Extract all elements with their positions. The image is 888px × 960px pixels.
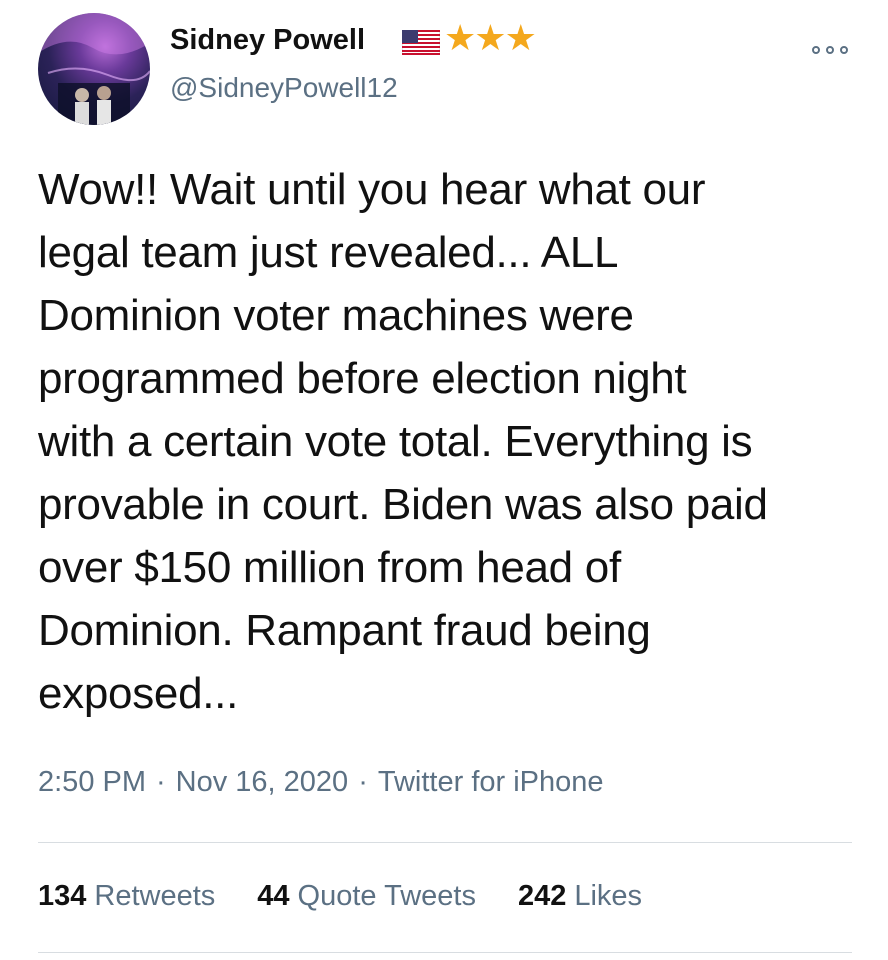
likes-count: 242 bbox=[517, 880, 567, 912]
retweets-count: 134 bbox=[38, 880, 87, 912]
star-badges: ★★★ bbox=[444, 17, 537, 58]
retweets-label: Retweets bbox=[94, 880, 216, 912]
divider bbox=[38, 952, 852, 953]
author-display-name[interactable]: Sidney Powell bbox=[170, 24, 365, 57]
tweet-meta: 2:50 PM · Nov 16, 2020 · Twitter for iPhone bbox=[38, 766, 604, 799]
quote-tweets-stat[interactable]: 44 Quote Tweets bbox=[257, 880, 476, 913]
tweet-stats: 134 Retweets 44 Quote Tweets 242 Likes bbox=[38, 880, 642, 913]
quote-tweets-count: 44 bbox=[257, 880, 290, 912]
star-icon: ★ bbox=[504, 17, 537, 58]
quote-tweets-label: Quote Tweets bbox=[297, 880, 476, 912]
tweet-source[interactable]: Twitter for iPhone bbox=[378, 766, 604, 798]
star-icon: ★ bbox=[444, 17, 476, 58]
likes-stat[interactable]: 242 Likes bbox=[518, 880, 642, 913]
us-flag-icon bbox=[402, 30, 440, 55]
likes-label: Likes bbox=[574, 880, 643, 912]
author-handle[interactable]: @SidneyPowell12 bbox=[170, 72, 398, 104]
avatar-image bbox=[38, 13, 150, 125]
tweet-text: Wow!! Wait until you hear what our legal… bbox=[38, 165, 768, 718]
meta-separator: · bbox=[358, 766, 368, 798]
avatar[interactable] bbox=[38, 13, 150, 125]
star-icon: ★ bbox=[474, 17, 506, 58]
tweet-date[interactable]: Nov 16, 2020 bbox=[176, 766, 349, 798]
divider bbox=[38, 842, 852, 843]
retweets-stat[interactable]: 134 Retweets bbox=[38, 880, 215, 913]
meta-separator: · bbox=[156, 766, 166, 798]
tweet-time[interactable]: 2:50 PM bbox=[38, 766, 146, 798]
more-options-icon[interactable] bbox=[812, 40, 848, 60]
